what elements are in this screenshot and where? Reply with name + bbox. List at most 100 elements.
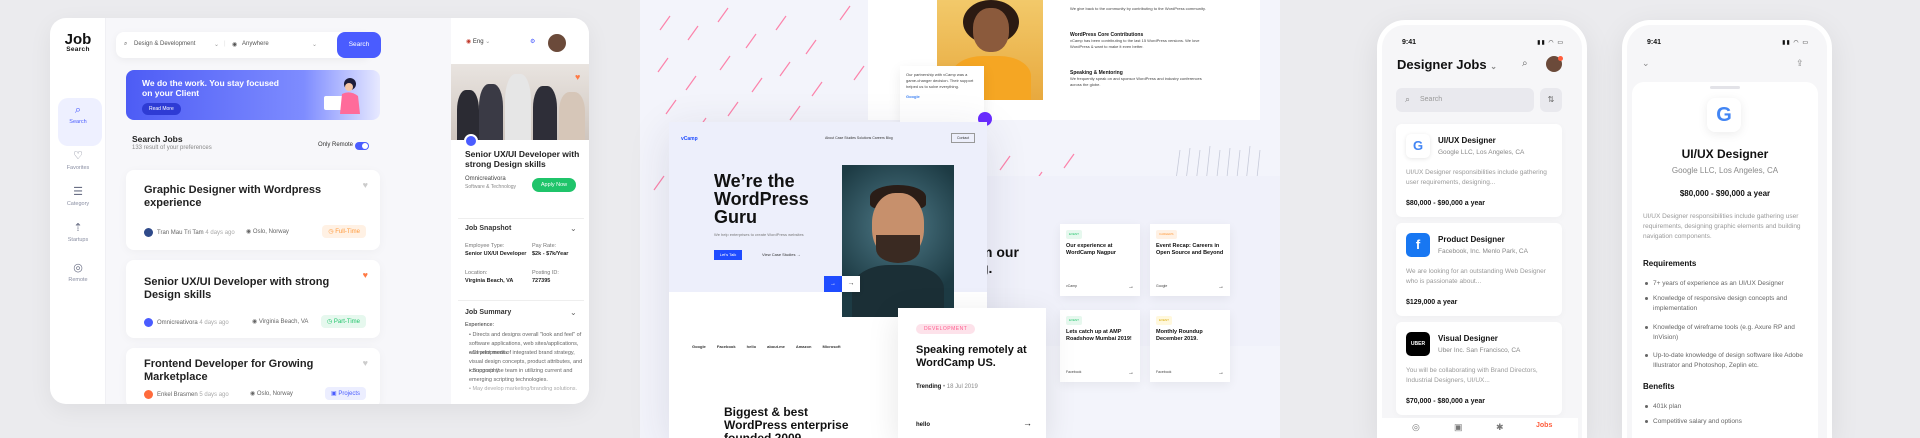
chevron-down-icon[interactable]: ⌄ [570, 308, 577, 317]
facebook-logo-icon: f [1406, 233, 1430, 257]
search-icon[interactable]: ⌕ [1522, 58, 1528, 69]
job-snapshot-heading[interactable]: Job Snapshot [465, 225, 511, 232]
event-card[interactable]: EVENT Monthly Roundup December 2019. Fac… [1150, 310, 1230, 382]
detail-company: Omnicreativora [465, 176, 506, 182]
job-card[interactable]: ♥ Senior UX/UI Developer with strong Des… [126, 260, 380, 338]
clock-icon: ◷ [326, 319, 334, 325]
job-card[interactable]: G UI/UX Designer Google LLC, Los Angeles… [1396, 124, 1562, 217]
site-navbar: vCamp About Case Studies Solutions Caree… [681, 133, 977, 143]
arrow-right-icon: → [1128, 370, 1134, 376]
arrow-right-icon[interactable]: → [1023, 418, 1032, 428]
avatar[interactable] [548, 34, 566, 52]
result-count: 133 result of your preferences [132, 145, 212, 151]
arrow-right-icon: → [1218, 370, 1224, 376]
detail-category: Software & Technology [465, 184, 517, 190]
job-summary-heading[interactable]: Job Summary [465, 309, 511, 316]
gear-icon[interactable]: ⚙ [530, 38, 535, 45]
list-title: Search Jobs [132, 134, 183, 144]
heart-icon[interactable]: ♥ [363, 270, 368, 280]
sliders-icon: ⇅ [1547, 95, 1555, 104]
only-remote-toggle[interactable] [355, 142, 369, 150]
sidebar-item-search[interactable]: ⌕ Search [50, 104, 106, 125]
job-type-badge: ◷ Full-Time [322, 225, 366, 238]
job-card[interactable]: ♥ Graphic Designer with Wordpress experi… [126, 170, 380, 250]
list-item: Competitive salary and options [1645, 417, 1811, 427]
flag-icon: ◉ [466, 39, 472, 45]
location-select[interactable]: Anywhere [242, 41, 269, 47]
detail-description: UI/UX Designer responsibilities include … [1643, 213, 1801, 240]
tab-jobs[interactable]: Jobs [1536, 422, 1552, 429]
compass-icon[interactable]: ◎ [1412, 422, 1420, 433]
featured-post-card[interactable]: DEVELOPMENT Speaking remotely at WordCam… [898, 308, 1046, 438]
promo-banner: We do the work. You stay focused on your… [126, 70, 380, 120]
location-pin-icon: ◉ [252, 319, 259, 325]
google-logo-icon: G [1707, 98, 1741, 132]
case-studies-link[interactable]: View Case Studies → [762, 252, 801, 257]
illustration-person-icon [324, 78, 360, 114]
search-icon: ⌕ [124, 41, 128, 47]
job-card[interactable]: ♥ Frontend Developer for Growing Marketp… [126, 348, 380, 404]
app-logo[interactable]: Job Search [60, 32, 96, 54]
globe-icon: ◎ [73, 262, 83, 274]
job-type-badge: ◷ Part-Time [320, 315, 366, 328]
detail-title: UI/UX Designer [1681, 147, 1769, 161]
heart-icon[interactable]: ♥ [363, 180, 368, 190]
job-card[interactable]: UBER Visual Designer Uber Inc. San Franc… [1396, 322, 1562, 415]
banner-text: We do the work. You stay focused on your… [142, 78, 279, 98]
arrow-right-icon: → [1128, 284, 1134, 290]
event-card[interactable]: EVENT Lets catch up at AMP Roadshow Mumb… [1060, 310, 1140, 382]
testimonial-quote: Our partnership with vCamp was a game-ch… [900, 66, 984, 122]
sidebar-item-category[interactable]: ☰ Category [50, 186, 106, 207]
avatar [144, 390, 153, 399]
apply-now-button[interactable]: Apply Now [532, 178, 576, 192]
category-badge: DEVELOPMENT [916, 324, 976, 334]
site-logo[interactable]: vCamp [681, 136, 698, 142]
filter-button[interactable]: ⇅ [1540, 88, 1562, 112]
sidebar-item-remote[interactable]: ◎ Remote [50, 262, 106, 283]
star-icon[interactable]: ✱ [1496, 422, 1504, 433]
avatar [144, 318, 153, 327]
briefcase-icon[interactable]: ▣ [1454, 422, 1463, 433]
heart-icon[interactable]: ♥ [363, 358, 368, 368]
search-input[interactable]: ⌕ Search [1396, 88, 1534, 112]
chevron-down-icon[interactable]: ⌄ [570, 224, 577, 233]
list-item: Up-to-date knowledge of design software … [1645, 351, 1811, 371]
about-heading: Biggest & best WordPress enterprise foun… [724, 405, 849, 438]
language-select[interactable]: Eng [473, 39, 484, 45]
location-pin-icon: ◉ [232, 42, 238, 48]
share-icon[interactable]: ⇪ [1796, 58, 1804, 69]
client-logos: Google Facebook hello about.me Amazon Mi… [692, 344, 841, 349]
event-card[interactable]: CAREERS Event Recap: Careers in Open Sou… [1150, 224, 1230, 296]
benefits-heading: Benefits [1643, 382, 1675, 391]
sidebar-item-favorites[interactable]: ♡ Favorites [50, 150, 106, 171]
category-select[interactable]: Design & Development [134, 41, 195, 47]
sidebar-item-startups[interactable]: ⇡ Startups [50, 222, 106, 243]
status-icons: ▮▮ ◠ ▭ [1782, 40, 1809, 46]
next-arrow-button[interactable]: → [842, 276, 860, 292]
hero-subtitle: We help enterprises to create WordPress … [714, 232, 804, 237]
detail-company: Google LLC, Los Angeles, CA [1671, 166, 1779, 175]
detail-title: Senior UX/UI Developer with strong Desig… [465, 149, 580, 169]
read-more-button[interactable]: Read More [142, 103, 181, 115]
search-icon: ⌕ [74, 104, 82, 116]
heart-icon: ♡ [73, 150, 83, 162]
hero-title: We’re the WordPress Guru [714, 171, 809, 227]
event-card[interactable]: EVENT Our experience at WordCamp Nagpur … [1060, 224, 1140, 296]
location-pin-icon: ◉ [250, 391, 257, 397]
only-remote-label: Only Remote [318, 142, 354, 148]
list-item: 7+ years of experience as an UI/UX Desig… [1645, 279, 1811, 289]
company-photo: ♥ [451, 64, 589, 140]
job-card[interactable]: f Product Designer Facebook, Inc. Menlo … [1396, 223, 1562, 316]
chevron-down-icon: ⌄ [214, 42, 220, 48]
heart-icon[interactable]: ♥ [575, 72, 580, 82]
chevron-down-icon: ⌄ [312, 42, 318, 48]
prev-arrow-button[interactable]: → [824, 276, 842, 292]
search-button[interactable]: Search [337, 32, 381, 58]
search-bar: ⌕ Design & Development ⌄ | ◉ Anywhere ⌄ [116, 32, 370, 58]
chevron-down-icon[interactable]: ⌄ [1642, 58, 1650, 69]
lets-talk-button[interactable]: Let’s Talk [714, 250, 742, 260]
sheet-handle[interactable] [1710, 86, 1740, 89]
status-icons: ▮▮ ◠ ▭ [1537, 40, 1564, 46]
list-item: • May develop marketing/branding solutio… [469, 386, 578, 392]
contact-button[interactable]: Contact [951, 133, 976, 143]
